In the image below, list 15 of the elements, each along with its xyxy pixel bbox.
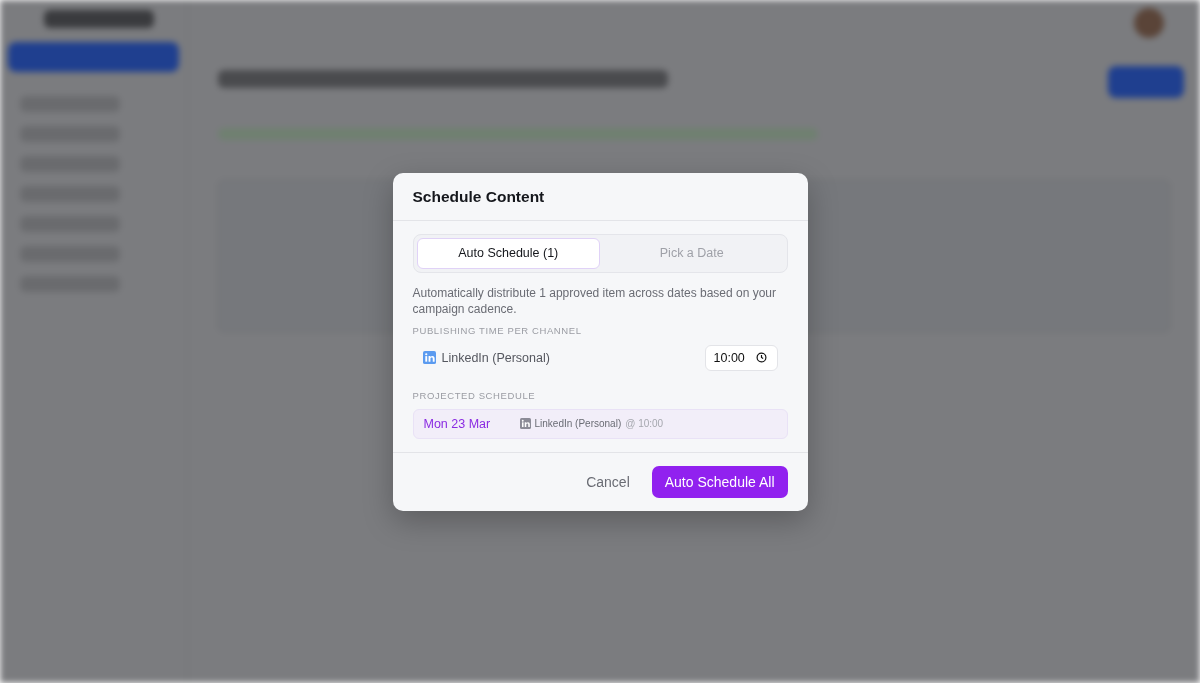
auto-schedule-button[interactable]: Auto Schedule All [651, 465, 788, 498]
schedule-channel: LinkedIn (Personal) [534, 418, 622, 429]
schedule-date: Mon 23 Mar [423, 416, 492, 431]
clock-icon [755, 352, 767, 363]
linkedin-icon [519, 418, 531, 429]
linkedin-icon [422, 351, 436, 364]
section-heading: PROJECTED SCHEDULE [412, 389, 537, 401]
channel-name: LinkedIn (Personal) [441, 350, 551, 365]
description-text: Automatically distribute 1 approved item across dates based on your campaign cadence. [412, 284, 778, 317]
tab[interactable]: Auto Schedule (1) [416, 237, 600, 269]
cancel-button[interactable]: Cancel [574, 465, 642, 498]
section-heading: PUBLISHING TIME PER CHANNEL [412, 324, 583, 336]
schedule-time: @ 10:00 [625, 418, 664, 429]
dialog-title: Schedule Content [412, 187, 545, 205]
time-field[interactable]: 10:00 [704, 344, 778, 371]
